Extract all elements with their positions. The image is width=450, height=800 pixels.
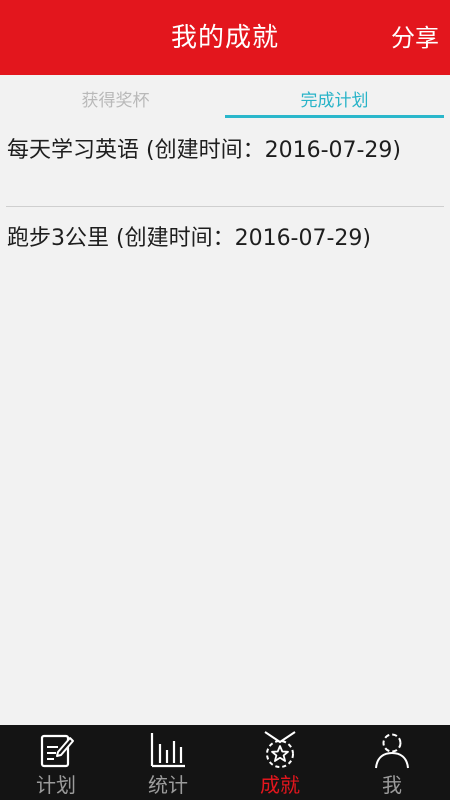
list-divider <box>6 206 444 207</box>
edit-note-icon <box>40 734 74 768</box>
nav-item-plan[interactable]: 计划 <box>0 725 112 800</box>
active-tab-indicator <box>225 115 444 118</box>
tab-trophies[interactable]: 获得奖杯 <box>6 75 225 120</box>
nav-label: 成就 <box>260 773 300 797</box>
plan-text: 每天学习英语 (创建时间：2016-07-29) <box>7 138 402 163</box>
app-screen: 我的成就 分享 获得奖杯 完成计划 每天学习英语 (创建时间：2016-07-2… <box>0 0 450 800</box>
nav-label: 我 <box>382 773 402 797</box>
plan-text: 跑步3公里 (创建时间：2016-07-29) <box>7 226 372 251</box>
header-bar: 我的成就 分享 <box>0 0 450 75</box>
medal-star-icon <box>264 731 296 768</box>
share-button[interactable]: 分享 <box>391 0 439 75</box>
nav-item-stats[interactable]: 统计 <box>112 725 224 800</box>
tab-bar: 获得奖杯 完成计划 <box>0 75 450 120</box>
page-title: 我的成就 <box>170 23 279 53</box>
list-item[interactable]: 跑步3公里 (创建时间：2016-07-29) <box>0 208 450 296</box>
tab-completed-plans[interactable]: 完成计划 <box>225 75 444 120</box>
person-icon <box>375 733 409 769</box>
list-item[interactable]: 每天学习英语 (创建时间：2016-07-29) <box>0 120 450 208</box>
bar-chart-icon <box>150 733 185 768</box>
bottom-navigation: 计划 统计 成就 我 <box>0 725 450 800</box>
nav-item-me[interactable]: 我 <box>336 725 448 800</box>
nav-label: 计划 <box>36 773 76 797</box>
nav-item-achievements[interactable]: 成就 <box>224 725 336 800</box>
nav-label: 统计 <box>148 773 188 797</box>
completed-plan-list: 每天学习英语 (创建时间：2016-07-29) 跑步3公里 (创建时间：201… <box>0 120 450 296</box>
